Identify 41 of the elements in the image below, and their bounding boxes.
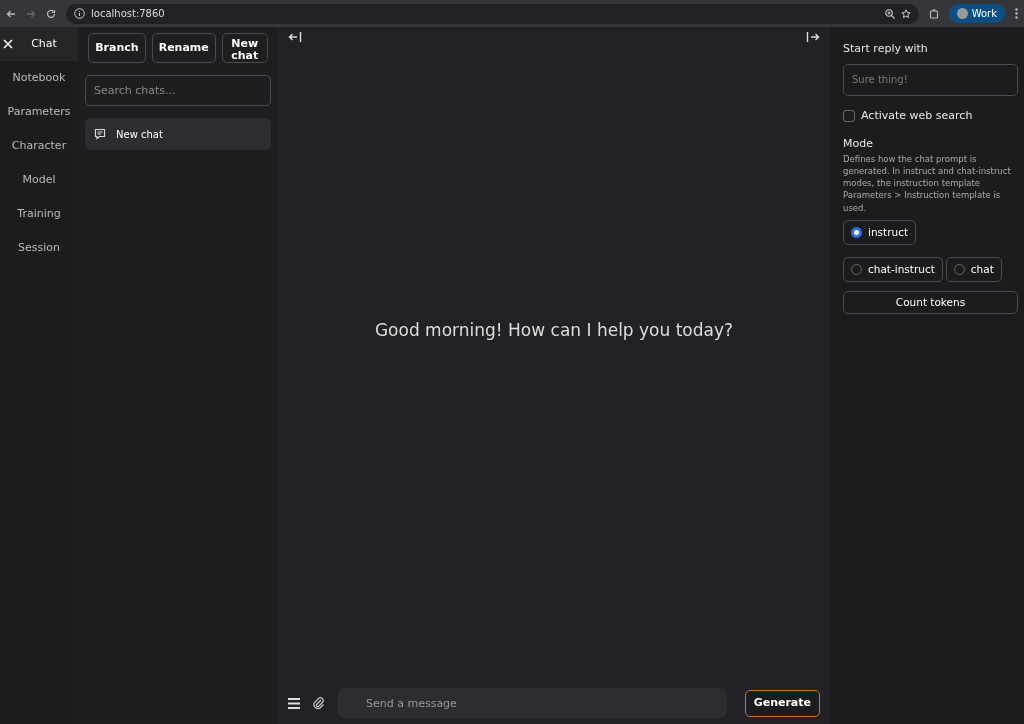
sidebar-tab[interactable]: Chat [0, 27, 78, 61]
star-icon[interactable] [900, 8, 911, 19]
web-search-checkbox[interactable]: Activate web search [843, 107, 1018, 124]
help-text: Defines how the chat prompt is generated. In instruct and chat-instruct modes, the instruction template Parameters > Instruction template is used. [843, 152, 1012, 215]
paperclip-icon[interactable] [312, 696, 326, 710]
section-title: Mode [843, 136, 874, 152]
field-label: Start reply with [843, 41, 929, 57]
url-text: localhost:7860 [91, 7, 165, 21]
search-field[interactable]: Search chats... [85, 75, 271, 106]
close-icon[interactable] [3, 39, 13, 49]
sidebar-tab[interactable]: Character [0, 129, 78, 163]
address-bar[interactable]: localhost:7860 [66, 3, 919, 24]
sidebar-tab[interactable]: Parameters [0, 95, 78, 129]
collapse-right-icon[interactable] [806, 31, 820, 43]
sidebar-tab[interactable]: Session [0, 231, 78, 265]
mode-radio[interactable]: instruct [843, 220, 917, 246]
back-icon[interactable] [6, 8, 16, 19]
chat-action-button[interactable]: Branch [88, 33, 146, 63]
menu-icon[interactable] [288, 697, 300, 709]
message-field[interactable]: Send a message [338, 688, 727, 718]
sidebar-tab[interactable]: Notebook [0, 61, 78, 95]
generate-button[interactable]: Generate [744, 689, 820, 717]
zoom-icon[interactable] [884, 8, 895, 19]
start-reply-field[interactable]: Sure thing! [843, 63, 1018, 96]
collapse-left-icon[interactable] [288, 31, 302, 43]
profile-button[interactable]: Work [948, 4, 1005, 23]
chat-bubble-icon [94, 128, 106, 140]
greeting-text: Good morning! How can I help you today? [374, 318, 734, 342]
chat-action-button[interactable]: Rename [151, 33, 216, 63]
chat-action-button[interactable]: New chat [221, 33, 268, 63]
extensions-icon[interactable] [928, 8, 939, 19]
info-icon [74, 8, 85, 19]
sidebar-tab[interactable]: Model [0, 163, 78, 197]
mode-radio[interactable]: chat-instruct [843, 257, 943, 283]
menu-icon[interactable] [1015, 8, 1018, 19]
chat-item[interactable]: New chat [85, 118, 271, 150]
mode-radio[interactable]: chat [945, 257, 1002, 283]
count-tokens-button[interactable]: Count tokens [843, 291, 1018, 315]
avatar-icon [956, 8, 968, 19]
reload-icon[interactable] [46, 8, 56, 19]
sidebar-tab[interactable]: Training [0, 197, 78, 231]
